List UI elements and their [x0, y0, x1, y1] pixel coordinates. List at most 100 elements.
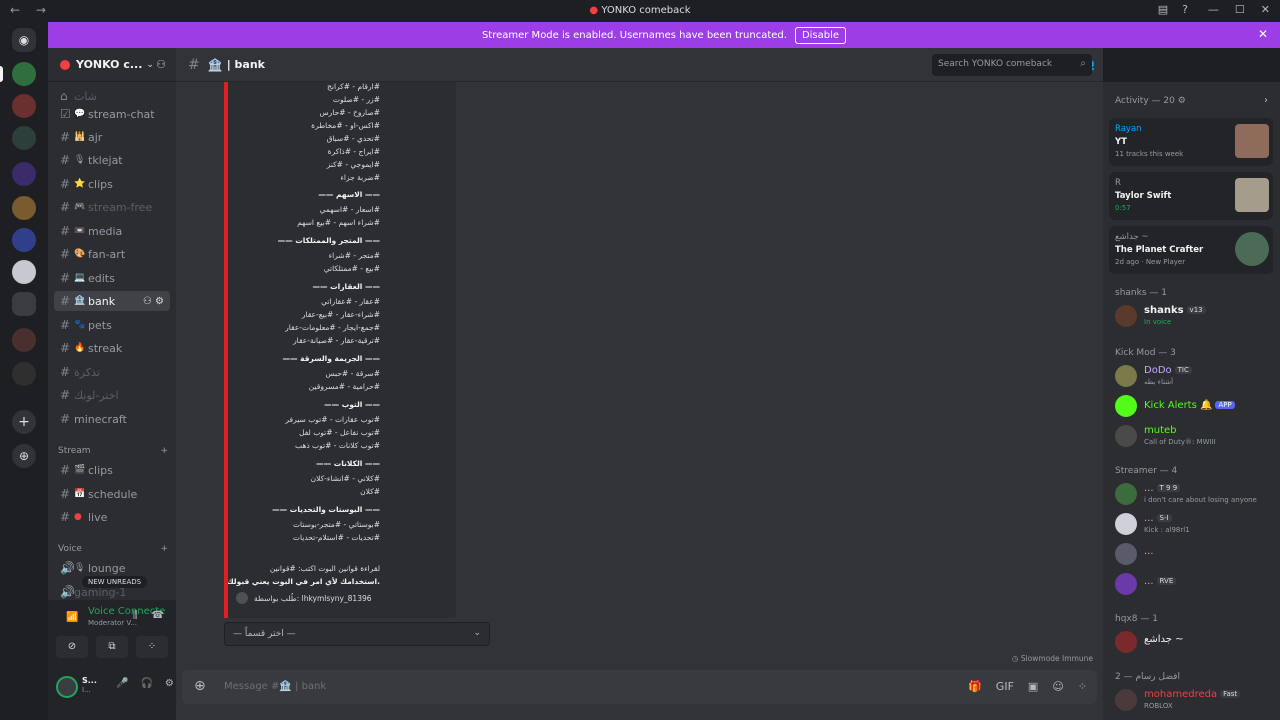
member-item[interactable]: جداشع ~: [1115, 628, 1275, 656]
server-icon[interactable]: [12, 196, 36, 220]
help-icon[interactable]: ?: [1182, 3, 1188, 16]
inbox-icon[interactable]: ▤: [1158, 3, 1168, 16]
member-item[interactable]: ... S-I Kick : al98rl1: [1115, 510, 1275, 538]
camera-off-button[interactable]: ⊘: [56, 636, 88, 658]
voice-channel-item[interactable]: 🔊 🎙 lounge: [54, 558, 170, 578]
guild-header[interactable]: YONKO c... ⌄ ⚇: [48, 48, 176, 82]
member-item[interactable]: shanks v13 In voice: [1115, 302, 1275, 330]
server-icon[interactable]: [12, 162, 36, 186]
server-icon[interactable]: [12, 362, 36, 386]
new-unreads-label: NEW UNREADS: [88, 578, 142, 586]
channel-item[interactable]: # تذكرة: [54, 362, 170, 382]
activity-card[interactable]: Rayan YT 11 tracks this week: [1109, 118, 1273, 166]
channel-label: minecraft: [74, 412, 127, 426]
activity-detail: 11 tracks this week: [1115, 150, 1184, 158]
member-item[interactable]: mohamedreda Fast ROBLOX: [1115, 686, 1275, 714]
channel-item[interactable]: # 🎙 tklejat: [54, 150, 170, 170]
add-server-icon[interactable]: +: [12, 410, 36, 434]
add-channel-icon[interactable]: +: [160, 544, 168, 554]
server-icon-selected[interactable]: [12, 292, 36, 316]
apps-icon[interactable]: ⁘: [1078, 680, 1087, 693]
media-icon: 📼: [74, 226, 86, 236]
channel-item[interactable]: ⌂ شات: [54, 86, 170, 106]
member-item[interactable]: ... RVE: [1115, 570, 1275, 598]
calendar-icon: 📅: [74, 489, 86, 499]
channel-item[interactable]: # 🕌 ajr: [54, 127, 170, 147]
category-stream[interactable]: Stream +: [58, 446, 168, 456]
message-input[interactable]: Message #🏦 | bank: [224, 681, 326, 692]
screen-share-button[interactable]: ⧉: [96, 636, 128, 658]
speech-icon: 💬: [74, 109, 86, 119]
section-select-menu[interactable]: — اختر قسماً — ⌄: [224, 622, 490, 646]
member-status: i don't care about losing anyone: [1144, 496, 1257, 504]
channel-item[interactable]: # 🐾 pets: [54, 315, 170, 335]
server-icon[interactable]: [12, 260, 36, 284]
channel-item[interactable]: # 💻 edits: [54, 268, 170, 288]
discord-home-icon[interactable]: ◉: [12, 28, 36, 52]
search-input[interactable]: Search YONKO comeback ⌕: [932, 54, 1092, 76]
member-item[interactable]: ... T 9 9 i don't care about losing anyon…: [1115, 480, 1275, 508]
close-button[interactable]: ✕: [1261, 3, 1270, 16]
channel-item[interactable]: # 📼 media: [54, 221, 170, 241]
activity-card[interactable]: R Taylor Swift 0:57: [1109, 172, 1273, 220]
mic-icon[interactable]: 🎤: [116, 678, 128, 689]
channel-item[interactable]: # 🎨 fan-art: [54, 244, 170, 264]
message-composer[interactable]: ⊕ Message #🏦 | bank 🎁 GIF ▣ ☺ ⁘: [182, 670, 1097, 704]
noise-icon[interactable]: ⫼: [133, 610, 138, 621]
activity-card[interactable]: جداشع ~ The Planet Crafter 2d ago · New …: [1109, 226, 1273, 274]
headphones-icon[interactable]: 🎧: [140, 678, 152, 689]
member-item[interactable]: muteb Call of Duty®: MWIII: [1115, 422, 1275, 450]
channel-label: clips: [88, 463, 113, 477]
server-icon[interactable]: [12, 62, 36, 86]
member-item[interactable]: ...: [1115, 540, 1275, 568]
disable-button[interactable]: Disable: [794, 26, 847, 44]
minimize-button[interactable]: —: [1208, 3, 1219, 16]
server-icon[interactable]: [12, 228, 36, 252]
game-icon: 🎮: [74, 202, 86, 212]
channel-item[interactable]: # 🔥 streak: [54, 338, 170, 358]
new-unreads-pill[interactable]: NEW UNREADS: [82, 576, 148, 588]
avatar[interactable]: [56, 676, 78, 698]
hash-icon: #: [60, 318, 71, 332]
gift-icon[interactable]: 🎁: [968, 680, 982, 693]
channel-item[interactable]: # 🎬 clips: [54, 460, 170, 480]
sticker-icon[interactable]: ▣: [1028, 680, 1038, 693]
add-attachment-icon[interactable]: ⊕: [194, 678, 206, 694]
server-icon[interactable]: [12, 126, 36, 150]
member-item[interactable]: DoDo TIC أشتاء بطه: [1115, 362, 1275, 390]
server-icon[interactable]: [12, 94, 36, 118]
disconnect-icon[interactable]: ☎: [152, 610, 164, 621]
chevron-right-icon[interactable]: ›: [1264, 95, 1268, 106]
channel-label: media: [88, 224, 123, 238]
username[interactable]: S...: [82, 676, 97, 685]
maximize-button[interactable]: ☐: [1235, 3, 1245, 16]
member-status: Call of Duty®: MWIII: [1144, 438, 1216, 446]
voice-status-subtitle[interactable]: Moderator V...: [88, 619, 137, 627]
hash-icon: #: [60, 153, 71, 167]
gear-icon[interactable]: ⚙: [165, 678, 174, 689]
activity-title: The Planet Crafter: [1115, 245, 1204, 255]
channel-item[interactable]: # 📅 schedule: [54, 484, 170, 504]
channel-item[interactable]: # اختر-لونك: [54, 385, 170, 405]
channel-item[interactable]: # minecraft: [54, 409, 170, 429]
add-channel-icon[interactable]: +: [160, 446, 168, 456]
emoji-icon[interactable]: ☺: [1052, 680, 1063, 693]
member-item[interactable]: Kick Alerts 🔔 APP: [1115, 392, 1275, 420]
embed-line: #ضربة جزاء: [340, 173, 380, 182]
discover-icon[interactable]: ⊕: [12, 444, 36, 468]
channel-item[interactable]: # 🎮 stream-free: [54, 197, 170, 217]
gif-icon[interactable]: GIF: [996, 680, 1014, 693]
channel-item-selected[interactable]: # 🏦 bank ⚇ ⚙: [54, 291, 170, 311]
window-title: ● YONKO comeback: [0, 5, 1280, 16]
activity-header[interactable]: Activity — 20 ⚙: [1115, 96, 1186, 106]
category-voice[interactable]: Voice +: [58, 544, 168, 554]
slowmode-indicator: ◷ Slowmode Immune: [1012, 654, 1093, 663]
activities-button[interactable]: ⁘: [136, 636, 168, 658]
channel-item[interactable]: ☑ 💬 stream-chat: [54, 104, 170, 124]
invite-icon[interactable]: ⚇: [156, 58, 166, 71]
banner-close-icon[interactable]: ✕: [1258, 27, 1268, 41]
server-icon[interactable]: [12, 328, 36, 352]
channel-item[interactable]: # ● live: [54, 507, 170, 527]
channel-settings-icon[interactable]: ⚇ ⚙: [143, 296, 164, 307]
channel-item[interactable]: # ⭐ clips: [54, 174, 170, 194]
